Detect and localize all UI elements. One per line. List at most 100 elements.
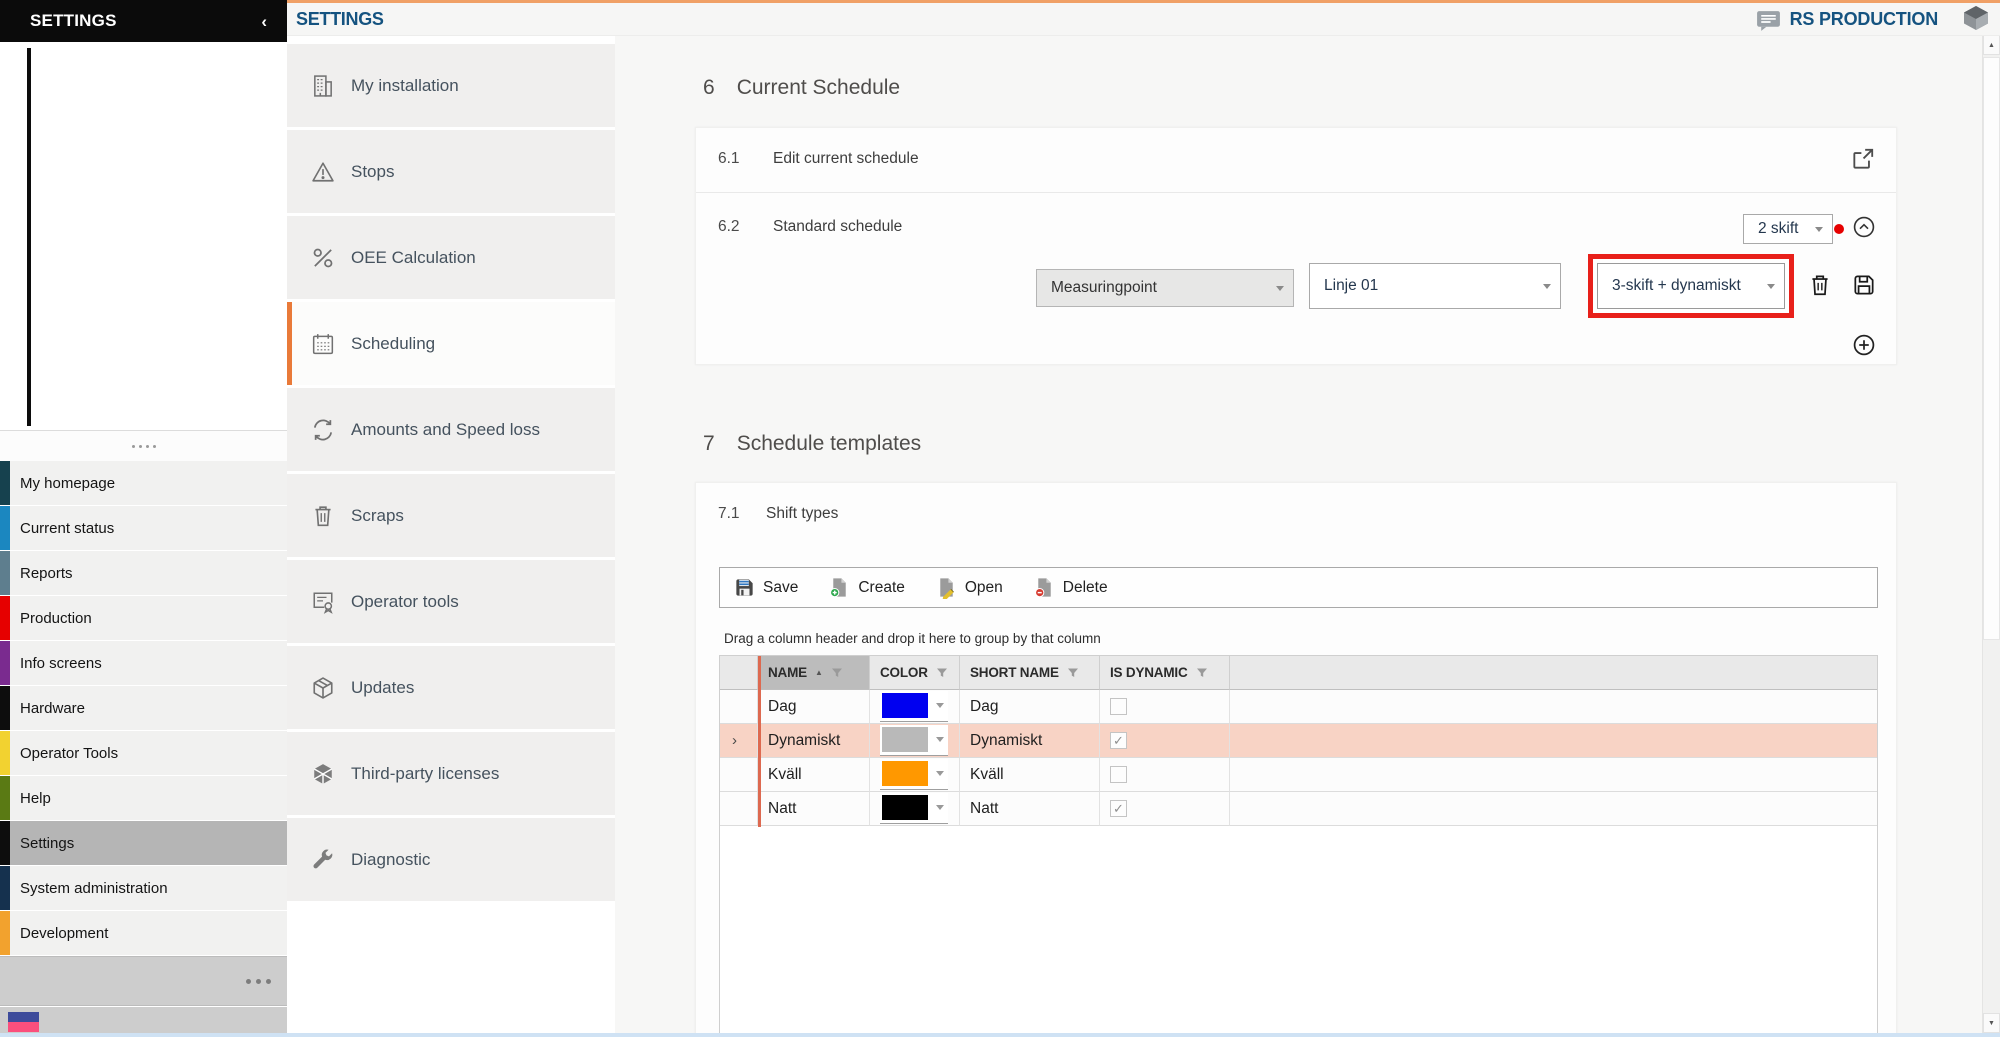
- sidebar-settings-item[interactable]: [40, 316, 287, 355]
- sidebar-item[interactable]: Production: [0, 596, 287, 640]
- settings-nav-item-label: Diagnostic: [351, 850, 430, 870]
- settings-nav-item[interactable]: Scheduling: [287, 302, 615, 385]
- cell-is-dynamic[interactable]: [1100, 690, 1230, 724]
- filter-icon[interactable]: [1067, 667, 1079, 679]
- sidebar-settings-item[interactable]: [40, 277, 287, 316]
- cell-color[interactable]: [870, 690, 960, 724]
- toolbar-button[interactable]: Open: [935, 576, 1003, 599]
- sidebar-settings-item[interactable]: [40, 393, 287, 432]
- filter-icon[interactable]: [936, 667, 948, 679]
- cell-short-name[interactable]: Kväll: [960, 758, 1100, 792]
- cell-name[interactable]: Natt: [758, 792, 870, 826]
- sidebar-settings-item[interactable]: [40, 162, 287, 201]
- delete-schedule-icon[interactable]: [1807, 272, 1833, 298]
- scroll-down-button[interactable]: ▼: [1983, 1013, 2000, 1033]
- toolbar-button[interactable]: Create: [828, 576, 905, 599]
- cell-is-dynamic[interactable]: [1100, 792, 1230, 826]
- brand-name[interactable]: RS PRODUCTION: [1790, 9, 1938, 30]
- sidebar-item-label: Production: [20, 610, 92, 627]
- template-select[interactable]: 3-skift + dynamiskt: [1597, 263, 1785, 309]
- sidebar-item-label: Help: [20, 790, 51, 807]
- scroll-up-button[interactable]: ▲: [1983, 35, 2000, 55]
- settings-nav-item[interactable]: My installation: [287, 44, 615, 127]
- scrollbar-thumb[interactable]: [1983, 57, 2000, 640]
- sidebar-item[interactable]: Settings: [0, 821, 287, 865]
- sidebar-header[interactable]: SETTINGS ‹: [0, 0, 287, 42]
- sidebar-item[interactable]: Operator Tools: [0, 731, 287, 775]
- sidebar-overflow-button[interactable]: [0, 956, 287, 1006]
- add-schedule-icon[interactable]: [1851, 332, 1877, 358]
- toolbar-button[interactable]: Save: [733, 576, 798, 599]
- settings-nav-item-label: Amounts and Speed loss: [351, 420, 540, 440]
- cell-is-dynamic[interactable]: [1100, 724, 1230, 758]
- cell-expand[interactable]: ›: [720, 690, 758, 724]
- measuringpoint-select[interactable]: Measuringpoint: [1036, 269, 1294, 307]
- checkbox[interactable]: [1110, 766, 1127, 783]
- cell-expand[interactable]: ›: [720, 792, 758, 826]
- cell-is-dynamic[interactable]: [1100, 758, 1230, 792]
- sidebar-settings-item[interactable]: [40, 239, 287, 278]
- color-dropdown[interactable]: [880, 725, 948, 756]
- settings-nav-item[interactable]: Diagnostic: [287, 818, 615, 901]
- external-link-icon[interactable]: [1850, 146, 1876, 172]
- chat-icon[interactable]: [1755, 8, 1782, 32]
- grid-header-name[interactable]: NAME ▲: [758, 656, 870, 690]
- sidebar-item[interactable]: Info screens: [0, 641, 287, 685]
- sort-asc-icon[interactable]: ▲: [815, 668, 823, 677]
- cell-short-name[interactable]: Dag: [960, 690, 1100, 724]
- color-dropdown[interactable]: [880, 759, 948, 790]
- checkbox[interactable]: [1110, 698, 1127, 715]
- settings-nav-item[interactable]: OEE Calculation: [287, 216, 615, 299]
- settings-nav-item[interactable]: Third-party licenses: [287, 732, 615, 815]
- cell-name[interactable]: Dag: [758, 690, 870, 724]
- cell-color[interactable]: [870, 724, 960, 758]
- cell-color[interactable]: [870, 792, 960, 826]
- selected-indicator-bar: [287, 302, 292, 385]
- sidebar-settings-item[interactable]: [40, 46, 287, 85]
- sidebar-settings-item[interactable]: [40, 354, 287, 393]
- collapse-section-icon[interactable]: [1851, 214, 1877, 240]
- sidebar-settings-item[interactable]: [40, 200, 287, 239]
- checkbox[interactable]: [1110, 800, 1127, 817]
- cell-expand[interactable]: ›: [720, 758, 758, 792]
- sidebar-item[interactable]: Help: [0, 776, 287, 820]
- settings-nav-item[interactable]: Operator tools: [287, 560, 615, 643]
- sidebar-item[interactable]: Reports: [0, 551, 287, 595]
- sidebar-item[interactable]: Development: [0, 911, 287, 955]
- sidebar-item[interactable]: System administration: [0, 866, 287, 910]
- settings-nav-item[interactable]: Scraps: [287, 474, 615, 557]
- sidebar-item[interactable]: Hardware: [0, 686, 287, 730]
- filter-icon[interactable]: [1196, 667, 1208, 679]
- cell-name[interactable]: Kväll: [758, 758, 870, 792]
- sidebar-settings-item[interactable]: [40, 85, 287, 124]
- collapse-icon[interactable]: ‹: [261, 13, 267, 30]
- toolbar-button[interactable]: Delete: [1033, 576, 1108, 599]
- sync-icon: [309, 416, 337, 444]
- checkbox[interactable]: [1110, 732, 1127, 749]
- shift-types-label: Shift types: [766, 505, 838, 523]
- settings-nav-item[interactable]: Amounts and Speed loss: [287, 388, 615, 471]
- grid-header-short-name[interactable]: SHORT NAME: [960, 656, 1100, 690]
- sidebar-item[interactable]: Current status: [0, 506, 287, 550]
- vertical-scrollbar[interactable]: ▲ ▼: [1982, 35, 2000, 1033]
- line-select[interactable]: Linje 01: [1309, 263, 1561, 309]
- color-dropdown[interactable]: [880, 793, 948, 824]
- save-schedule-icon[interactable]: [1851, 272, 1877, 298]
- settings-nav-item[interactable]: Updates: [287, 646, 615, 729]
- sidebar-item[interactable]: My homepage: [0, 461, 287, 505]
- cell-short-name[interactable]: Natt: [960, 792, 1100, 826]
- cell-color[interactable]: [870, 758, 960, 792]
- settings-nav-item[interactable]: Stops: [287, 130, 615, 213]
- expand-row-icon[interactable]: ›: [732, 732, 737, 749]
- schedule-select[interactable]: 2 skift: [1743, 214, 1833, 244]
- sidebar-settings-item[interactable]: [40, 123, 287, 162]
- app-logo-icon[interactable]: [1962, 5, 1990, 31]
- cell-expand[interactable]: ›: [720, 724, 758, 758]
- color-dropdown[interactable]: [880, 691, 948, 722]
- filter-icon[interactable]: [831, 667, 843, 679]
- grid-header-color[interactable]: COLOR: [870, 656, 960, 690]
- cell-short-name[interactable]: Dynamiskt: [960, 724, 1100, 758]
- sidebar-drag-handle[interactable]: [0, 430, 287, 462]
- grid-header-is-dynamic[interactable]: IS DYNAMIC: [1100, 656, 1230, 690]
- cell-name[interactable]: Dynamiskt: [758, 724, 870, 758]
